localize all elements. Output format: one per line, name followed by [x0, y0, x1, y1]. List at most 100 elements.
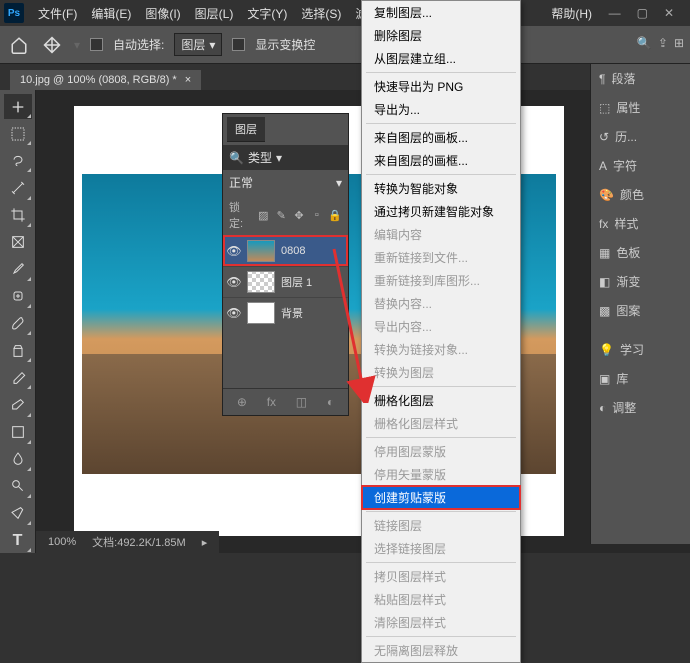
eraser-tool[interactable]: [4, 392, 32, 417]
move-tool-icon[interactable]: [40, 33, 64, 57]
menu-select[interactable]: 选择(S): [295, 2, 347, 25]
gradient-tool[interactable]: [4, 420, 32, 445]
healing-brush-tool[interactable]: [4, 284, 32, 309]
lasso-tool[interactable]: [4, 148, 32, 173]
context-menu-item[interactable]: 导出为...: [362, 98, 520, 121]
context-menu-separator: [366, 72, 516, 73]
context-menu-item[interactable]: 从图层建立组...: [362, 47, 520, 70]
show-transform-checkbox[interactable]: [232, 38, 245, 51]
magic-wand-tool[interactable]: [4, 175, 32, 200]
zoom-level[interactable]: 100%: [48, 536, 76, 548]
show-transform-label: 显示变换控: [255, 36, 315, 53]
dodge-tool[interactable]: [4, 474, 32, 499]
visibility-toggle[interactable]: 👁: [227, 306, 241, 320]
crop-tool[interactable]: [4, 203, 32, 228]
type-tool[interactable]: T: [4, 528, 32, 553]
panel-learn[interactable]: 💡学习: [591, 335, 690, 364]
document-info[interactable]: 文档:492.2K/1.85M: [92, 534, 186, 550]
document-tab[interactable]: 10.jpg @ 100% (0808, RGB/8) * ×: [10, 70, 201, 90]
panel-color[interactable]: 🎨颜色: [591, 180, 690, 209]
panel-gradients[interactable]: ◧渐变: [591, 267, 690, 296]
context-menu-item: 粘贴图层样式: [362, 588, 520, 611]
context-menu-item: 清除图层样式: [362, 611, 520, 634]
frame-tool[interactable]: [4, 230, 32, 255]
minimize-icon[interactable]: —: [609, 6, 621, 20]
menu-type[interactable]: 文字(Y): [241, 2, 293, 25]
menu-help[interactable]: 帮助(H): [545, 2, 598, 25]
context-menu-item: 转换为图层: [362, 361, 520, 384]
panel-history[interactable]: ↺历...: [591, 122, 690, 151]
context-menu-item[interactable]: 栅格化图层: [362, 389, 520, 412]
context-menu-item[interactable]: 转换为智能对象: [362, 177, 520, 200]
context-menu-item[interactable]: 通过拷贝新建智能对象: [362, 200, 520, 223]
context-menu-item[interactable]: 来自图层的画框...: [362, 149, 520, 172]
context-menu-item: 拷贝图层样式: [362, 565, 520, 588]
layers-filter-type[interactable]: 类型: [248, 149, 272, 166]
lock-artboard-icon[interactable]: ▫: [310, 209, 323, 221]
info-expand-icon[interactable]: ▸: [202, 536, 208, 549]
layer-name[interactable]: 0808: [281, 245, 305, 257]
context-menu-item[interactable]: 复制图层...: [362, 1, 520, 24]
context-menu-item: 导出内容...: [362, 315, 520, 338]
layer-thumbnail: [247, 302, 275, 324]
menu-layer[interactable]: 图层(L): [189, 2, 240, 25]
chevron-down-icon: ▾: [276, 151, 282, 165]
panel-adjustments[interactable]: ◐调整: [591, 393, 690, 422]
menu-image[interactable]: 图像(I): [139, 2, 186, 25]
maximize-icon[interactable]: ▢: [637, 6, 648, 20]
layer-name[interactable]: 背景: [281, 305, 303, 321]
mask-icon[interactable]: ◫: [296, 395, 307, 409]
status-bar: 100% 文档:492.2K/1.85M ▸: [36, 531, 219, 553]
lock-paint-icon[interactable]: ✎: [275, 209, 288, 222]
menu-file[interactable]: 文件(F): [32, 2, 83, 25]
panel-styles[interactable]: fx样式: [591, 209, 690, 238]
layer-thumbnail: [247, 271, 275, 293]
auto-select-target-dropdown[interactable]: 图层▾: [174, 33, 222, 56]
panel-swatches[interactable]: ▦色板: [591, 238, 690, 267]
context-menu-item[interactable]: 快速导出为 PNG: [362, 75, 520, 98]
pen-tool[interactable]: [4, 501, 32, 526]
panel-libraries[interactable]: ▣库: [591, 364, 690, 393]
lock-transparency-icon[interactable]: ▨: [257, 209, 270, 222]
layer-name[interactable]: 图层 1: [281, 274, 312, 290]
lock-position-icon[interactable]: ✥: [293, 209, 306, 222]
adjustments-icon: ◐: [599, 401, 606, 415]
context-menu-separator: [366, 562, 516, 563]
properties-icon: ⬚: [599, 101, 610, 115]
context-menu-item[interactable]: 删除图层: [362, 24, 520, 47]
link-layers-icon[interactable]: ⊕: [237, 395, 247, 409]
brush-tool[interactable]: [4, 311, 32, 336]
layers-panel-tab[interactable]: 图层: [227, 117, 265, 142]
context-menu-item[interactable]: 创建剪贴蒙版: [362, 486, 520, 509]
blur-tool[interactable]: [4, 447, 32, 472]
fx-icon[interactable]: fx: [267, 395, 276, 409]
share-icon[interactable]: ⇪: [658, 36, 668, 50]
context-menu-item[interactable]: 来自图层的画板...: [362, 126, 520, 149]
blend-mode-dropdown[interactable]: 正常▾: [223, 170, 348, 195]
workspace-top-icons: 🔍 ⇪ ⊞: [637, 36, 684, 50]
close-tab-icon[interactable]: ×: [185, 74, 191, 86]
lock-all-icon[interactable]: 🔒: [328, 209, 342, 222]
context-menu-item: 编辑内容: [362, 223, 520, 246]
left-toolbar: T: [0, 90, 36, 553]
context-menu-item: 转换为链接对象...: [362, 338, 520, 361]
history-brush-tool[interactable]: [4, 365, 32, 390]
window-arrange-icon[interactable]: ⊞: [674, 36, 684, 50]
marquee-tool[interactable]: [4, 121, 32, 146]
close-icon[interactable]: ✕: [664, 6, 674, 20]
title-bar: Ps 文件(F) 编辑(E) 图像(I) 图层(L) 文字(Y) 选择(S) 滤…: [0, 0, 690, 26]
document-tab-bar: 10.jpg @ 100% (0808, RGB/8) * ×: [0, 64, 690, 90]
panel-properties[interactable]: ⬚属性: [591, 93, 690, 122]
auto-select-checkbox[interactable]: [90, 38, 103, 51]
panel-patterns[interactable]: ▩图案: [591, 296, 690, 325]
panel-character[interactable]: A字符: [591, 151, 690, 180]
panel-paragraph[interactable]: ¶段落: [591, 64, 690, 93]
eyedropper-tool[interactable]: [4, 257, 32, 282]
move-tool[interactable]: [4, 94, 32, 119]
menu-edit[interactable]: 编辑(E): [85, 2, 137, 25]
search-icon[interactable]: 🔍: [637, 36, 652, 50]
clone-stamp-tool[interactable]: [4, 338, 32, 363]
home-icon[interactable]: [8, 34, 30, 56]
visibility-toggle[interactable]: 👁: [227, 244, 241, 258]
visibility-toggle[interactable]: 👁: [227, 275, 241, 289]
